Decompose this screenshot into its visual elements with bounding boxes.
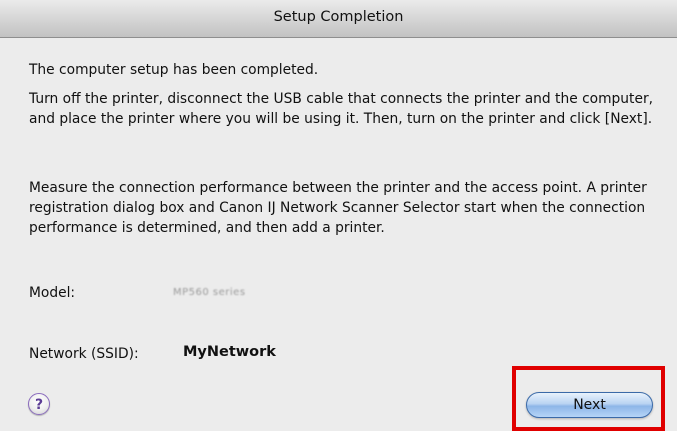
- completion-message: The computer setup has been completed.: [29, 62, 319, 78]
- dialog-content: The computer setup has been completed. T…: [0, 38, 677, 431]
- next-button[interactable]: Next: [526, 392, 653, 418]
- window-titlebar[interactable]: Setup Completion: [0, 0, 677, 38]
- help-icon: ?: [34, 397, 44, 413]
- model-label: Model:: [29, 285, 76, 301]
- network-ssid-value: MyNetwork: [183, 344, 276, 360]
- help-button[interactable]: ?: [28, 393, 50, 415]
- window-title: Setup Completion: [273, 9, 404, 25]
- model-value: MP560 series: [173, 287, 246, 298]
- network-ssid-label: Network (SSID):: [29, 346, 139, 362]
- setup-completion-dialog: Setup Completion The computer setup has …: [0, 0, 677, 431]
- connection-performance-message: Measure the connection performance betwe…: [29, 180, 647, 236]
- instruction-message: Turn off the printer, disconnect the USB…: [29, 91, 654, 127]
- next-button-label: Next: [573, 397, 606, 413]
